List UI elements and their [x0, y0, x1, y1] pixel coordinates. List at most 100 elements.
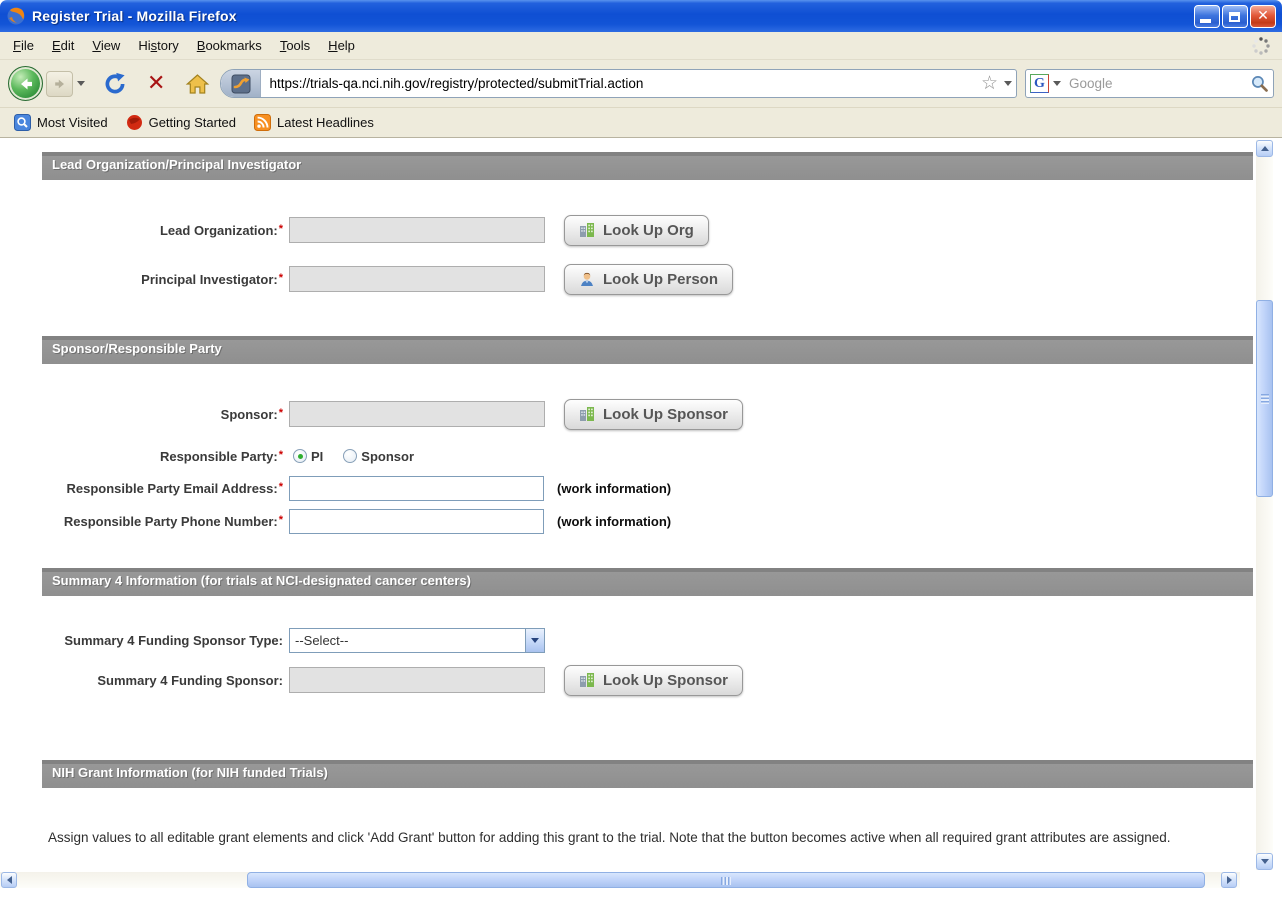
responsible-party-phone-input[interactable] — [289, 508, 544, 534]
vertical-scrollbar-thumb[interactable] — [1256, 300, 1273, 497]
menu-view[interactable]: View — [83, 34, 129, 57]
required-marker: * — [278, 271, 283, 284]
reload-icon[interactable] — [103, 72, 127, 96]
summary4-sponsor-row: Summary 4 Funding Sponsor: Look Up Spons… — [0, 664, 743, 696]
responsible-party-pi-radio[interactable] — [293, 449, 307, 463]
look-up-org-button[interactable]: Look Up Org — [564, 214, 709, 246]
principal-investigator-row: Principal Investigator:* Look Up Person — [0, 263, 734, 295]
summary4-sponsor-label: Summary 4 Funding Sponsor: — [97, 672, 283, 688]
title-bar: Register Trial - Mozilla Firefox ✕ — [0, 0, 1282, 32]
building-icon — [580, 223, 594, 237]
horizontal-scrollbar-thumb[interactable] — [247, 872, 1205, 888]
minimize-icon — [1200, 18, 1211, 23]
principal-investigator-input — [289, 266, 545, 292]
menu-history[interactable]: History — [129, 34, 187, 57]
look-up-sponsor-button[interactable]: Look Up Sponsor — [564, 398, 743, 430]
section-header-lead-organization: Lead Organization/Principal Investigator — [42, 152, 1253, 180]
bookmarks-toolbar: Most Visited Getting Started Latest Head… — [0, 108, 1282, 138]
menu-tools[interactable]: Tools — [271, 34, 319, 57]
search-input[interactable] — [1065, 76, 1250, 91]
menu-edit[interactable]: Edit — [43, 34, 83, 57]
search-box[interactable]: G — [1025, 69, 1274, 98]
select-dropdown-button[interactable] — [525, 629, 544, 652]
responsible-party-email-label: Responsible Party Email Address:* — [66, 480, 283, 496]
responsible-party-sponsor-label[interactable]: Sponsor — [361, 449, 414, 464]
nih-grant-instructions: Assign values to all editable grant elem… — [48, 830, 1171, 845]
building-icon — [580, 407, 594, 421]
sponsor-row: Sponsor:* Look Up Sponsor — [0, 398, 743, 430]
home-icon[interactable] — [185, 72, 210, 96]
back-forward-dropdown-icon[interactable] — [77, 81, 85, 86]
menu-bookmarks[interactable]: Bookmarks — [188, 34, 271, 57]
responsible-party-sponsor-radio[interactable] — [343, 449, 358, 463]
close-button[interactable]: ✕ — [1250, 4, 1276, 28]
phone-work-information-note: (work information) — [557, 513, 672, 529]
summary4-look-up-sponsor-button[interactable]: Look Up Sponsor — [564, 664, 743, 696]
responsible-party-row: Responsible Party:* PI Sponsor — [0, 444, 414, 468]
chevron-down-icon — [1260, 859, 1269, 864]
scroll-down-button[interactable] — [1256, 853, 1273, 870]
site-favicon — [231, 74, 251, 93]
lead-organization-label: Lead Organization:* — [159, 222, 283, 238]
responsible-party-pi-label[interactable]: PI — [311, 449, 323, 464]
vertical-scrollbar[interactable] — [1256, 140, 1273, 870]
search-go-icon[interactable] — [1250, 74, 1269, 93]
restore-button[interactable] — [1222, 4, 1248, 28]
scroll-right-button[interactable] — [1221, 872, 1237, 888]
most-visited-icon — [14, 114, 31, 131]
minimize-button[interactable] — [1194, 4, 1220, 28]
url-input[interactable] — [261, 76, 977, 91]
menu-bar: File Edit View History Bookmarks Tools H… — [0, 32, 1282, 60]
firefox-icon — [7, 7, 25, 25]
required-marker: * — [278, 480, 283, 493]
menu-file[interactable]: File — [4, 34, 43, 57]
required-marker: * — [278, 448, 283, 461]
responsible-party-phone-row: Responsible Party Phone Number:* (work i… — [0, 507, 671, 535]
page-content: Lead Organization/Principal Investigator… — [0, 138, 1282, 888]
chevron-right-icon — [1226, 876, 1232, 884]
summary4-sponsor-type-select[interactable]: --Select-- — [289, 628, 545, 653]
summary4-sponsor-type-value: --Select-- — [295, 633, 349, 648]
back-arrow-icon — [20, 78, 32, 89]
look-up-person-button[interactable]: Look Up Person — [564, 263, 734, 295]
forward-arrow-icon — [54, 79, 64, 88]
section-header-sponsor: Sponsor/Responsible Party — [42, 336, 1253, 364]
section-header-nih-grant: NIH Grant Information (for NIH funded Tr… — [42, 760, 1253, 788]
getting-started-icon — [126, 115, 142, 130]
principal-investigator-label: Principal Investigator:* — [141, 271, 283, 287]
sponsor-label: Sponsor:* — [220, 406, 283, 422]
summary4-sponsor-type-row: Summary 4 Funding Sponsor Type: --Select… — [0, 627, 545, 654]
responsible-party-email-input[interactable] — [289, 475, 544, 501]
horizontal-scrollbar[interactable] — [0, 872, 1240, 888]
url-dropdown-icon[interactable] — [1004, 81, 1012, 86]
search-engine-icon[interactable]: G — [1030, 74, 1049, 93]
stop-icon[interactable]: ✕ — [147, 72, 165, 95]
rss-icon — [254, 114, 272, 131]
bookmark-most-visited[interactable]: Most Visited — [8, 112, 114, 133]
summary4-sponsor-type-label: Summary 4 Funding Sponsor Type: — [64, 633, 283, 648]
search-engine-dropdown-icon[interactable] — [1053, 81, 1061, 86]
forward-button[interactable] — [46, 70, 73, 97]
scroll-up-button[interactable] — [1256, 140, 1273, 157]
responsible-party-phone-label: Responsible Party Phone Number:* — [63, 513, 283, 529]
bookmark-star-icon[interactable]: ☆ — [981, 74, 998, 93]
required-marker: * — [278, 222, 283, 235]
bookmark-latest-headlines[interactable]: Latest Headlines — [248, 112, 380, 133]
url-bar[interactable]: ☆ — [220, 69, 1017, 98]
menu-help[interactable]: Help — [319, 34, 364, 57]
summary4-sponsor-input — [289, 667, 545, 693]
bookmark-getting-started[interactable]: Getting Started — [120, 112, 242, 133]
navigation-toolbar: ✕ ☆ G — [0, 60, 1282, 108]
person-icon — [581, 272, 593, 286]
lead-organization-input — [289, 217, 545, 243]
email-work-information-note: (work information) — [557, 480, 672, 496]
browser-window: Register Trial - Mozilla Firefox ✕ File … — [0, 0, 1282, 888]
required-marker: * — [278, 406, 283, 419]
back-button[interactable] — [8, 66, 43, 101]
chevron-down-icon — [531, 638, 539, 643]
scroll-left-button[interactable] — [1, 872, 17, 888]
restore-icon — [1229, 11, 1240, 22]
window-title: Register Trial - Mozilla Firefox — [32, 8, 237, 24]
lead-organization-row: Lead Organization:* Look Up Org — [0, 214, 709, 246]
site-identity-box[interactable] — [221, 70, 262, 97]
